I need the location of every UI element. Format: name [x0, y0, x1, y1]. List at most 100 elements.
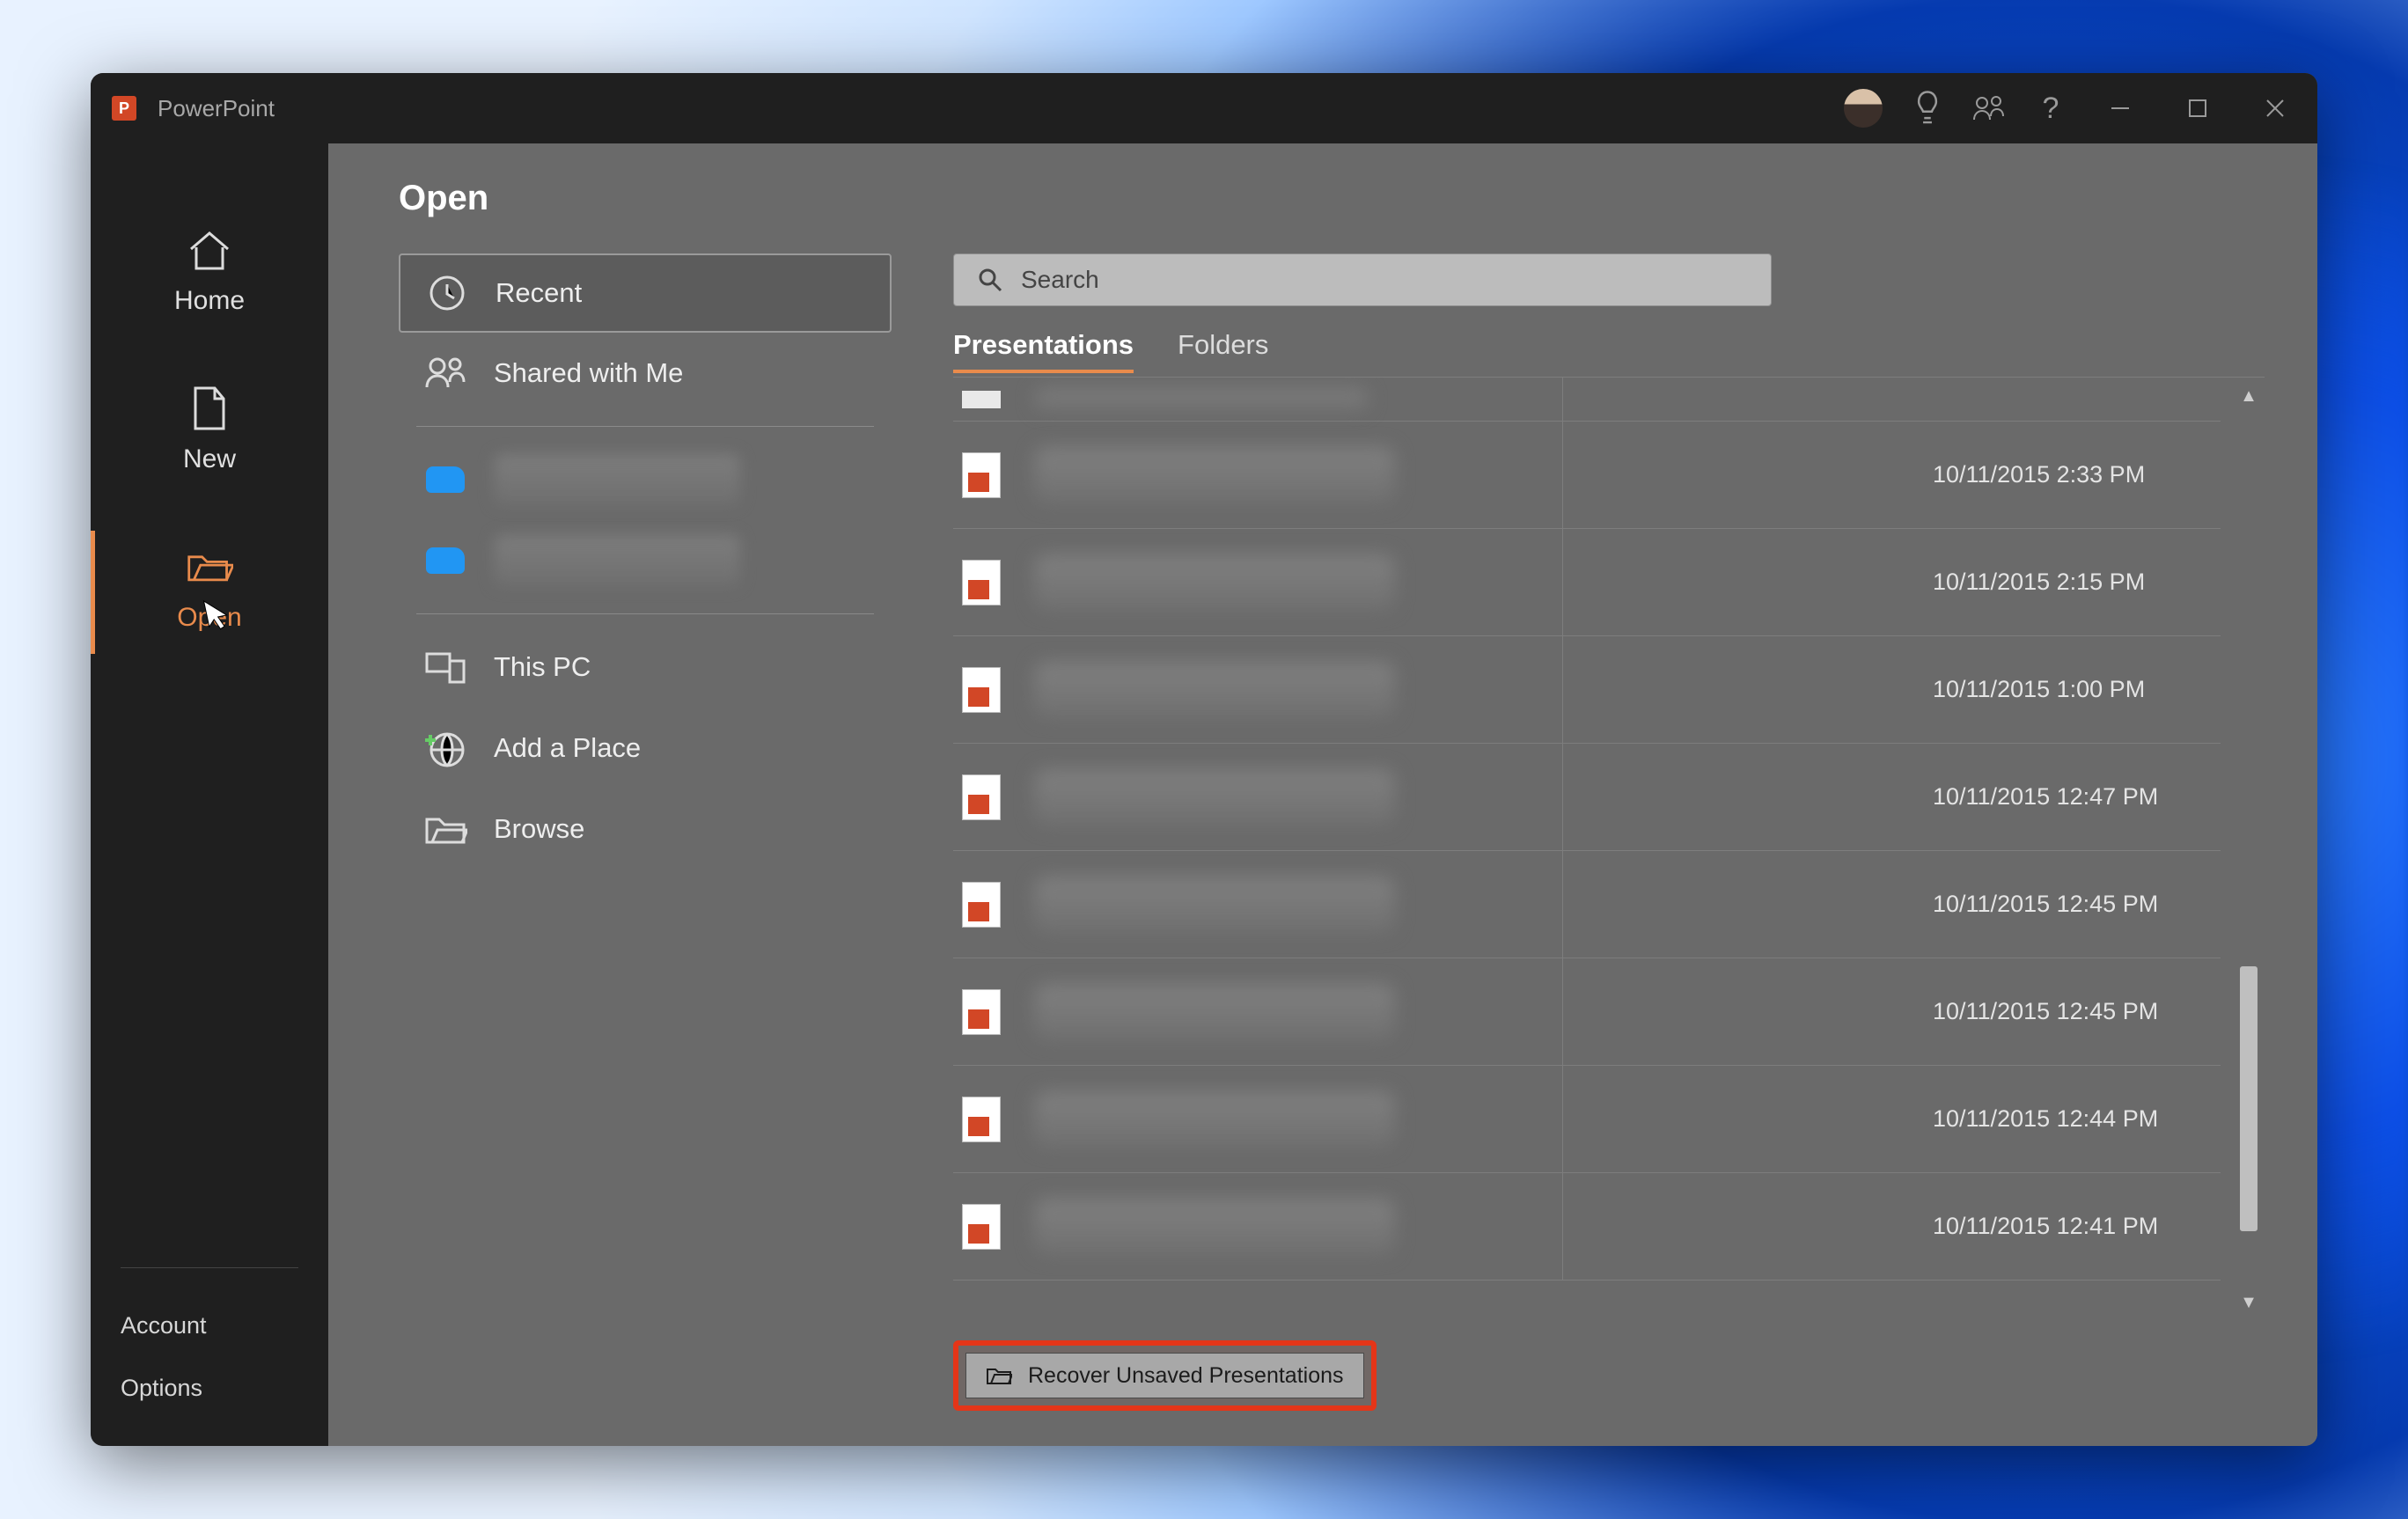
home-icon [186, 226, 233, 274]
nav-home[interactable]: Home [91, 196, 328, 355]
close-button[interactable] [2236, 73, 2314, 143]
sidebar-footer: Account Options [121, 1267, 298, 1446]
tab-presentations[interactable]: Presentations [953, 329, 1134, 373]
redacted-label [494, 454, 740, 505]
search-input[interactable]: Search [953, 253, 1772, 306]
minimize-button[interactable] [2081, 73, 2159, 143]
redacted-filename [1034, 447, 1395, 503]
files-panel: Search Presentations Folders [953, 253, 2265, 1411]
powerpoint-file-icon [962, 882, 1001, 928]
app-title: PowerPoint [158, 95, 275, 122]
location-label: Recent [496, 277, 582, 309]
file-row[interactable]: 10/11/2015 1:00 PM [953, 636, 2221, 744]
annotation-highlight: Recover Unsaved Presentations [953, 1340, 1377, 1411]
file-tabs: Presentations Folders [953, 329, 2265, 373]
recover-unsaved-button[interactable]: Recover Unsaved Presentations [965, 1353, 1364, 1398]
folder-icon [423, 812, 467, 846]
file-list: 10/11/2015 2:33 PM 10/11/2015 2:15 PM [953, 377, 2265, 1325]
titlebar: P PowerPoint ? [91, 73, 2317, 143]
search-placeholder: Search [1021, 266, 1099, 294]
file-row[interactable]: 10/11/2015 12:45 PM [953, 958, 2221, 1066]
scrollbar[interactable]: ▲ ▼ [2238, 386, 2259, 1316]
share-icon[interactable] [1958, 73, 2020, 143]
nav-label: Open [177, 603, 241, 633]
location-shared[interactable]: Shared with Me [399, 333, 892, 414]
powerpoint-file-icon [962, 774, 1001, 820]
location-label: Browse [494, 813, 584, 845]
location-browse[interactable]: Browse [399, 789, 892, 870]
people-icon [423, 356, 467, 391]
location-add-place[interactable]: Add a Place [399, 708, 892, 789]
file-row[interactable]: 10/11/2015 12:45 PM [953, 851, 2221, 958]
options-link[interactable]: Options [121, 1357, 298, 1420]
powerpoint-file-icon [962, 1097, 1001, 1142]
powerpoint-file-icon [962, 452, 1001, 498]
location-this-pc[interactable]: This PC [399, 627, 892, 708]
user-avatar[interactable] [1844, 89, 1883, 128]
file-date: 10/11/2015 1:00 PM [1563, 676, 2221, 703]
file-icon [962, 391, 1001, 408]
page-title: Open [399, 179, 2265, 218]
scroll-down-icon[interactable]: ▼ [2238, 1293, 2259, 1316]
redacted-filename [1034, 662, 1395, 718]
new-document-icon [186, 385, 233, 432]
powerpoint-file-icon [962, 989, 1001, 1035]
location-recent[interactable]: Recent [399, 253, 892, 333]
powerpoint-app-icon: P [112, 96, 136, 121]
powerpoint-window: P PowerPoint ? Home [91, 73, 2317, 1446]
scroll-up-icon[interactable]: ▲ [2238, 386, 2259, 409]
redacted-label [494, 535, 740, 586]
backstage-sidebar: Home New Open Account Options [91, 143, 328, 1446]
nav-label: Home [174, 286, 245, 316]
location-onedrive-1[interactable] [399, 439, 892, 520]
redacted-filename [1034, 769, 1395, 826]
file-date: 10/11/2015 12:47 PM [1563, 783, 2221, 811]
file-row[interactable]: 10/11/2015 2:33 PM [953, 422, 2221, 529]
redacted-filename [1034, 1199, 1395, 1255]
clock-icon [425, 274, 469, 312]
file-date: 10/11/2015 2:33 PM [1563, 461, 2221, 488]
file-row[interactable] [953, 378, 2221, 422]
help-icon[interactable]: ? [2020, 73, 2081, 143]
redacted-filename [1034, 984, 1395, 1040]
file-date: 10/11/2015 12:45 PM [1563, 998, 2221, 1025]
powerpoint-file-icon [962, 667, 1001, 713]
redacted-filename [1034, 389, 1369, 410]
location-label: Add a Place [494, 732, 641, 764]
account-link[interactable]: Account [121, 1295, 298, 1357]
scroll-thumb[interactable] [2240, 966, 2258, 1231]
search-icon [977, 267, 1003, 293]
redacted-filename [1034, 554, 1395, 611]
nav-new[interactable]: New [91, 355, 328, 513]
location-label: Shared with Me [494, 357, 683, 389]
location-onedrive-2[interactable] [399, 520, 892, 601]
separator [416, 426, 874, 427]
file-row[interactable]: 10/11/2015 12:41 PM [953, 1173, 2221, 1281]
nav-open[interactable]: Open [91, 513, 328, 671]
onedrive-icon [423, 466, 467, 493]
redacted-filename [1034, 1091, 1395, 1148]
powerpoint-file-icon [962, 1204, 1001, 1250]
separator [416, 613, 874, 614]
file-date: 10/11/2015 12:45 PM [1563, 891, 2221, 918]
folder-icon [986, 1365, 1012, 1386]
file-row[interactable]: 10/11/2015 12:44 PM [953, 1066, 2221, 1173]
folder-open-icon [186, 543, 233, 591]
location-list: Recent Shared with Me [399, 253, 892, 1411]
redacted-filename [1034, 877, 1395, 933]
recover-button-label: Recover Unsaved Presentations [1028, 1363, 1344, 1389]
this-pc-icon [423, 649, 467, 686]
file-row[interactable]: 10/11/2015 12:47 PM [953, 744, 2221, 851]
file-date: 10/11/2015 12:41 PM [1563, 1213, 2221, 1240]
file-rows[interactable]: 10/11/2015 2:33 PM 10/11/2015 2:15 PM [953, 378, 2221, 1325]
onedrive-icon [423, 547, 467, 574]
tab-folders[interactable]: Folders [1178, 329, 1268, 373]
file-date: 10/11/2015 12:44 PM [1563, 1105, 2221, 1133]
file-row[interactable]: 10/11/2015 2:15 PM [953, 529, 2221, 636]
maximize-button[interactable] [2159, 73, 2236, 143]
nav-label: New [183, 444, 236, 474]
add-place-icon [423, 728, 467, 768]
file-date: 10/11/2015 2:15 PM [1563, 569, 2221, 596]
open-page: Open Recent Shared with Me [328, 143, 2317, 1446]
coming-soon-icon[interactable] [1897, 73, 1958, 143]
